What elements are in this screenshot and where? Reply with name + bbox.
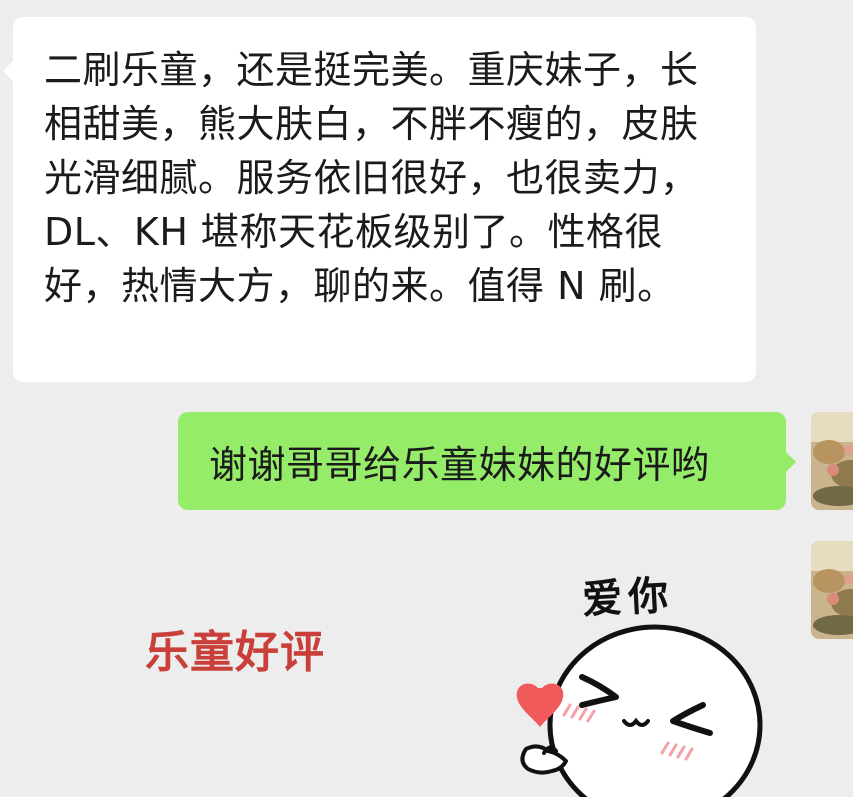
review-watermark: 乐童好评 — [145, 627, 325, 678]
love-you-sticker[interactable]: 爱你 — [500, 555, 800, 797]
sender-avatar[interactable] — [811, 541, 853, 639]
outgoing-message-text: 谢谢哥哥给乐童妹妹的好评哟 — [209, 442, 710, 487]
avatar-photo-icon — [811, 541, 853, 639]
avatar-photo-icon — [811, 412, 853, 510]
outgoing-message-bubble[interactable]: 谢谢哥哥给乐童妹妹的好评哟 — [178, 412, 796, 510]
incoming-message-bubble[interactable]: 二刷乐童，还是挺完美。重庆妹子，长相甜美，熊大肤白，不胖不瘦的，皮肤光滑细腻。服… — [3, 17, 756, 382]
sender-avatar[interactable] — [811, 412, 853, 510]
sticker-caption: 爱你 — [581, 572, 676, 624]
incoming-message-text: 二刷乐童，还是挺完美。重庆妹子，长相甜美，熊大肤白，不胖不瘦的，皮肤光滑细腻。服… — [44, 48, 699, 308]
